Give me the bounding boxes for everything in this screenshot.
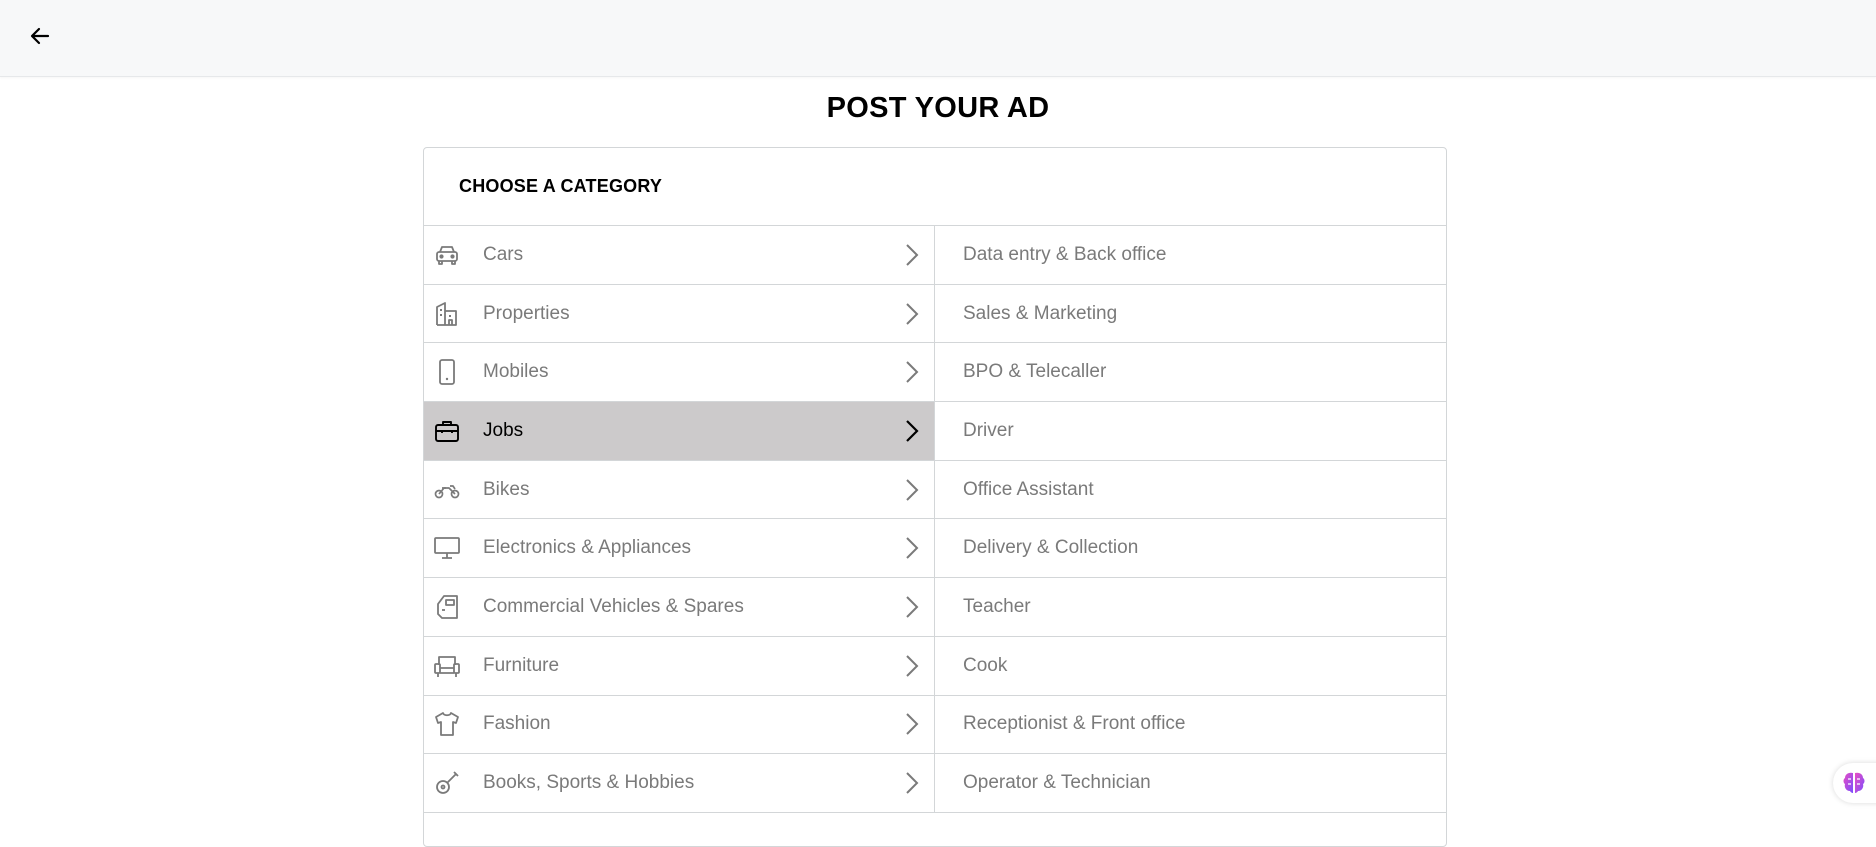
chevron-right-icon (906, 361, 919, 383)
category-label: Properties (483, 302, 570, 324)
category-label: Bikes (483, 478, 530, 500)
subcategory-item[interactable]: Sales & Marketing (935, 285, 1446, 344)
subcategory-label: Data entry & Back office (963, 243, 1167, 265)
assistant-fab[interactable] (1833, 763, 1876, 803)
subcategory-item[interactable]: Data entry & Back office (935, 226, 1446, 285)
subcategory-label: Teacher (963, 595, 1031, 617)
subcategory-label: Driver (963, 419, 1014, 441)
category-item-bikes[interactable]: Bikes (424, 461, 934, 520)
subcategory-label: Operator & Technician (963, 772, 1151, 794)
tshirt-icon (434, 711, 460, 737)
subcategory-item[interactable]: Operator & Technician (935, 754, 1446, 813)
category-list: Cars Properties Mobiles Jobs Bikes Elect… (424, 226, 935, 813)
monitor-icon (434, 535, 460, 561)
back-button[interactable] (22, 18, 58, 54)
chevron-right-icon (906, 596, 919, 618)
category-item-commercial-vehicles[interactable]: Commercial Vehicles & Spares (424, 578, 934, 637)
category-item-mobiles[interactable]: Mobiles (424, 343, 934, 403)
arrow-left-icon (30, 27, 50, 45)
chevron-right-icon (906, 302, 919, 325)
chevron-right-icon (906, 713, 919, 736)
category-item-books-sports-hobbies[interactable]: Books, Sports & Hobbies (424, 754, 934, 813)
category-columns: Cars Properties Mobiles Jobs Bikes Elect… (424, 226, 1446, 813)
chevron-right-icon (906, 420, 919, 442)
subcategory-label: Sales & Marketing (963, 302, 1118, 324)
category-label: Furniture (483, 654, 560, 676)
building-icon (434, 301, 460, 327)
category-label: Books, Sports & Hobbies (483, 772, 695, 794)
category-label: Mobiles (483, 361, 549, 383)
subcategory-item[interactable]: Receptionist & Front office (935, 696, 1446, 755)
subcategory-item[interactable]: Office Assistant (935, 461, 1446, 520)
subcategory-label: Delivery & Collection (963, 537, 1139, 559)
subcategory-label: BPO & Telecaller (963, 361, 1107, 383)
category-label: Electronics & Appliances (483, 537, 692, 559)
category-item-properties[interactable]: Properties (424, 285, 934, 344)
category-card: CHOOSE A CATEGORY Cars Properties Mobile… (423, 147, 1447, 847)
sofa-icon (434, 653, 460, 679)
chevron-right-icon (906, 654, 919, 677)
card-heading: CHOOSE A CATEGORY (424, 148, 1446, 226)
category-item-furniture[interactable]: Furniture (424, 637, 934, 696)
subcategory-list: Data entry & Back office Sales & Marketi… (935, 226, 1446, 813)
motorbike-icon (434, 477, 460, 503)
chevron-right-icon (906, 537, 919, 559)
category-item-jobs[interactable]: Jobs (424, 402, 934, 461)
subcategory-item[interactable]: BPO & Telecaller (935, 343, 1446, 403)
brain-icon (1843, 772, 1865, 793)
subcategory-label: Cook (963, 654, 1008, 676)
subcategory-item[interactable]: Cook (935, 637, 1446, 696)
page-title: POST YOUR AD (826, 92, 1050, 124)
subcategory-item[interactable]: Driver (935, 402, 1446, 461)
guitar-icon (434, 770, 460, 796)
car-icon (434, 242, 460, 268)
category-item-fashion[interactable]: Fashion (424, 696, 934, 755)
category-label: Fashion (483, 713, 551, 735)
category-item-electronics[interactable]: Electronics & Appliances (424, 519, 934, 579)
briefcase-icon (434, 418, 460, 444)
subcategory-label: Receptionist & Front office (963, 713, 1186, 735)
category-item-cars[interactable]: Cars (424, 226, 934, 285)
subcategory-item[interactable]: Teacher (935, 578, 1446, 637)
chevron-right-icon (906, 244, 919, 266)
chevron-right-icon (906, 478, 919, 501)
mobile-icon (434, 359, 460, 386)
subcategory-label: Office Assistant (963, 478, 1094, 500)
truck-icon (434, 594, 460, 620)
category-label: Cars (483, 243, 524, 265)
subcategory-item[interactable]: Delivery & Collection (935, 519, 1446, 579)
chevron-right-icon (906, 772, 919, 794)
top-bar (0, 0, 1876, 77)
category-label: Jobs (483, 419, 524, 441)
category-label: Commercial Vehicles & Spares (483, 595, 744, 617)
